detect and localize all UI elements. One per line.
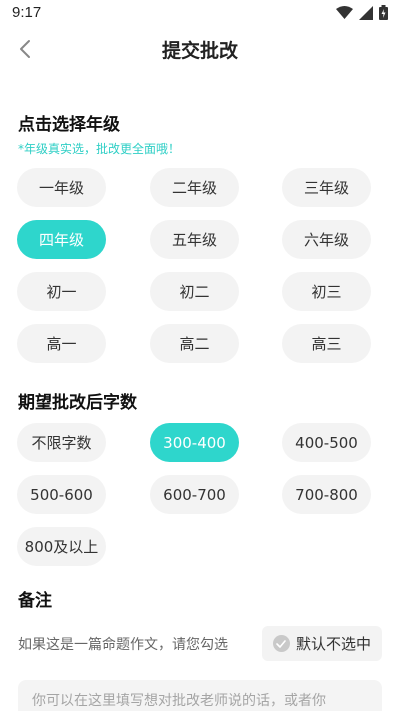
signal-icon	[359, 5, 373, 20]
topic-essay-toggle[interactable]: 默认不选中	[262, 626, 382, 661]
topic-essay-row: 如果这是一篇命题作文，请您勾选 默认不选中	[18, 626, 382, 662]
word-count-option-500-600[interactable]: 500-600	[17, 475, 106, 514]
grade-option-5[interactable]: 五年级	[150, 220, 239, 259]
grade-option-junior-2[interactable]: 初二	[150, 272, 239, 311]
grade-option-2[interactable]: 二年级	[150, 168, 239, 207]
battery-icon	[379, 5, 388, 20]
grade-option-6[interactable]: 六年级	[282, 220, 371, 259]
word-count-section-title: 期望批改后字数	[18, 393, 137, 413]
word-count-option-unlimited[interactable]: 不限字数	[17, 423, 106, 462]
page-title: 提交批改	[161, 40, 238, 62]
grade-option-senior-2[interactable]: 高二	[150, 324, 239, 363]
grade-option-senior-3[interactable]: 高三	[282, 324, 371, 363]
nav-bar: 提交批改	[0, 28, 400, 72]
remarks-textarea[interactable]	[18, 680, 382, 711]
grade-option-1[interactable]: 一年级	[17, 168, 106, 207]
word-count-option-300-400[interactable]: 300-400	[150, 423, 239, 462]
grade-option-4[interactable]: 四年级	[17, 220, 106, 259]
word-count-option-800-plus[interactable]: 800及以上	[17, 527, 106, 566]
grade-option-junior-3[interactable]: 初三	[282, 272, 371, 311]
topic-essay-toggle-label: 默认不选中	[295, 635, 371, 653]
word-count-option-400-500[interactable]: 400-500	[282, 423, 371, 462]
grade-option-senior-1[interactable]: 高一	[17, 324, 106, 363]
status-icons	[336, 5, 388, 20]
grade-hint: *年级真实选，批改更全面哦！	[18, 142, 181, 156]
topic-essay-prompt: 如果这是一篇命题作文，请您勾选	[18, 637, 228, 653]
remarks-section-title: 备注	[18, 591, 52, 611]
grade-option-junior-1[interactable]: 初一	[17, 272, 106, 311]
grade-section-title: 点击选择年级	[18, 115, 120, 135]
grade-option-3[interactable]: 三年级	[282, 168, 371, 207]
status-time: 9:17	[12, 4, 42, 21]
word-count-option-600-700[interactable]: 600-700	[150, 475, 239, 514]
wifi-icon	[336, 5, 353, 19]
word-count-option-700-800[interactable]: 700-800	[282, 475, 371, 514]
status-bar: 9:17	[0, 0, 400, 28]
check-circle-icon	[272, 635, 290, 652]
